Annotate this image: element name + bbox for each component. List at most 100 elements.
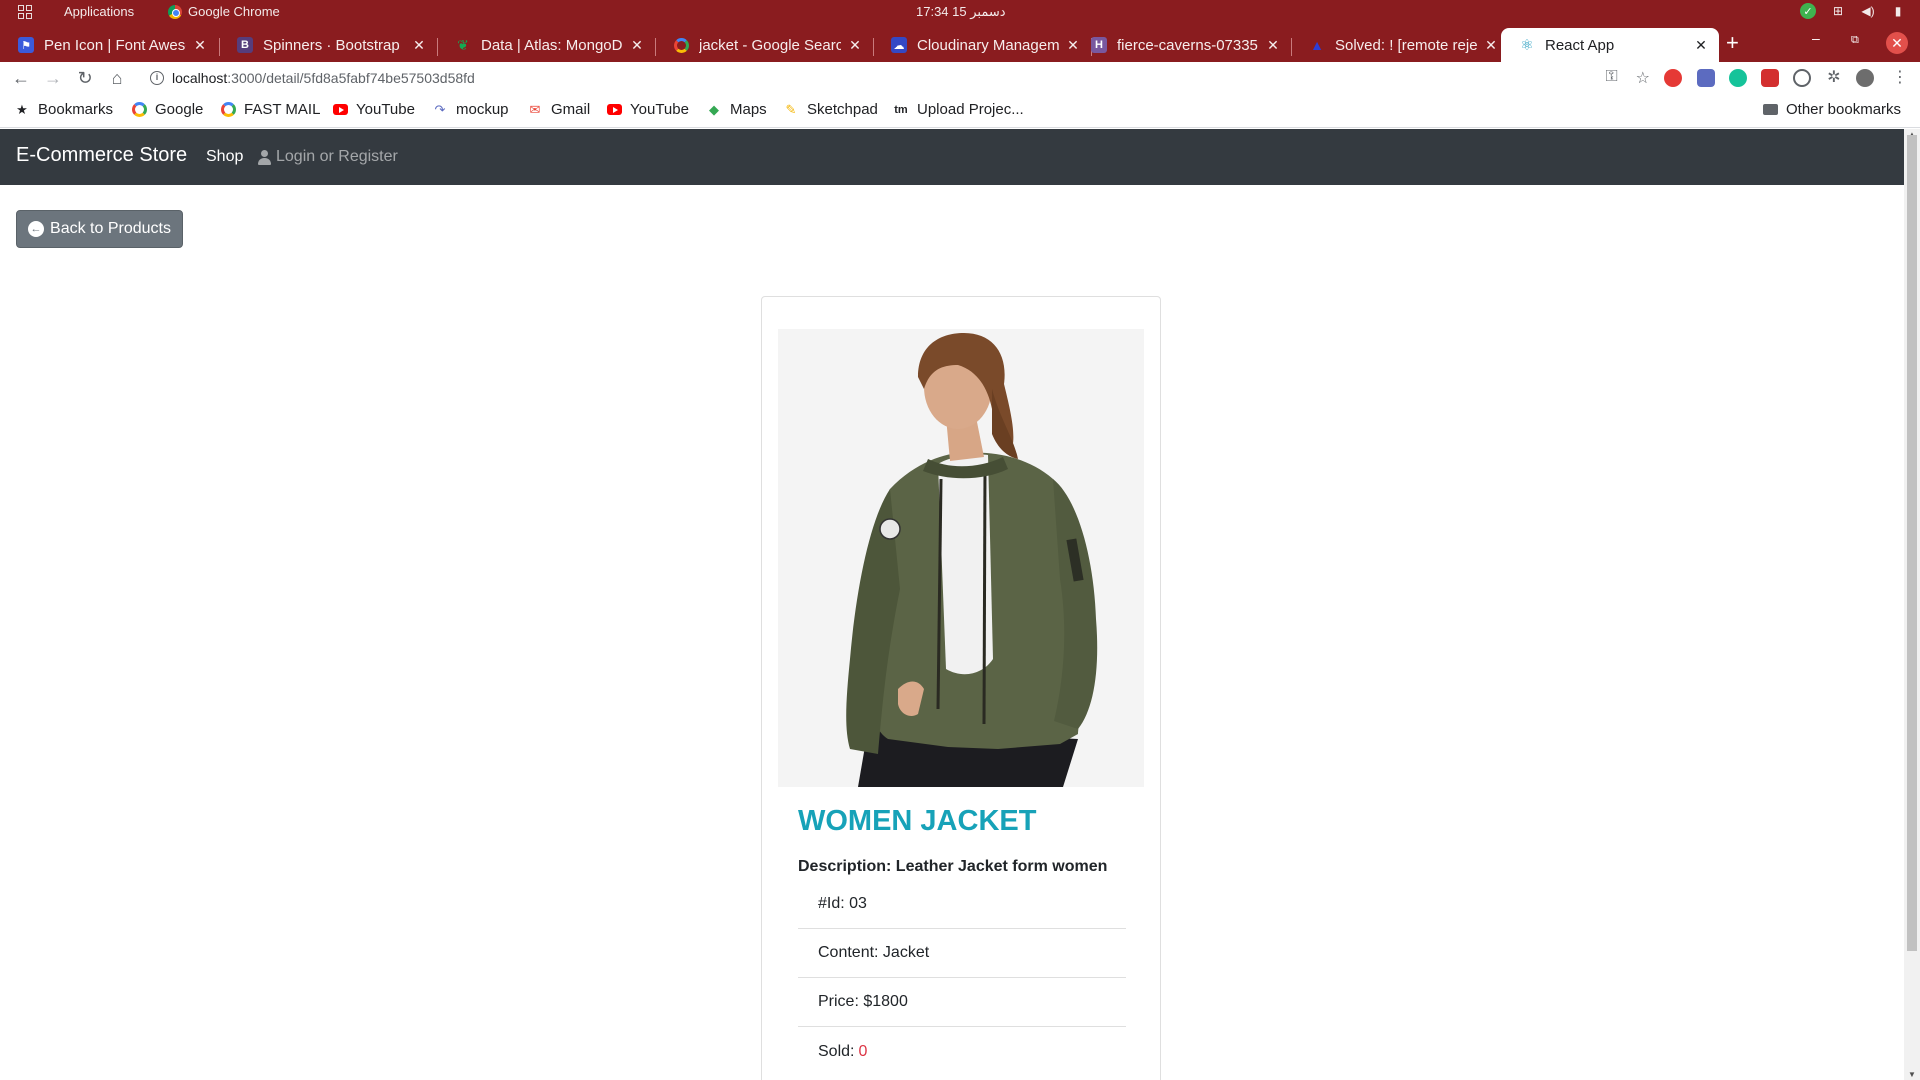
nav-shop-link[interactable]: Shop	[206, 148, 243, 166]
tab-heroku[interactable]: H fierce-caverns-07335 ✕	[1073, 28, 1291, 62]
bookmark-item[interactable]: ↷ mockup	[432, 101, 509, 118]
extension-translate-icon[interactable]	[1697, 69, 1715, 87]
network-icon[interactable]: ⊞	[1830, 3, 1846, 19]
bookmark-item[interactable]: FAST MAIL	[220, 101, 320, 118]
product-sold-item: Sold: 0	[798, 1027, 1126, 1076]
active-app-indicator[interactable]: Google Chrome	[168, 4, 280, 19]
mockup-icon: ↷	[434, 101, 446, 117]
status-check-icon[interactable]: ✓	[1800, 3, 1816, 19]
bookmark-item[interactable]: ✉ Gmail	[527, 101, 591, 118]
nav-login-link[interactable]: Login or Register	[258, 148, 398, 166]
home-icon[interactable]: ⌂	[105, 66, 129, 90]
gmail-icon: ✉	[529, 101, 541, 117]
browser-toolbar: ← → ↻ ⌂ i localhost:3000/detail/5fd8a5fa…	[0, 62, 1920, 94]
product-price-item: Price: $1800	[798, 978, 1126, 1027]
bookmark-item[interactable]: YouTube	[606, 101, 689, 118]
heroku-icon: H	[1091, 37, 1107, 53]
os-top-panel: Applications Google Chrome 17:34 15 دسمب…	[0, 0, 1920, 24]
other-bookmarks-label: Other bookmarks	[1786, 101, 1902, 118]
bookmarks-bar: ★ Bookmarks Google FAST MAIL YouTube ↷ m…	[0, 94, 1920, 128]
close-tab-icon[interactable]: ✕	[192, 37, 208, 54]
google-icon	[220, 102, 236, 118]
arrow-circle-left-icon: ←	[28, 221, 45, 237]
youtube-icon	[606, 102, 622, 118]
bookmark-item[interactable]: ◆ Maps	[706, 101, 767, 118]
tab-google-search[interactable]: jacket - Google Search ✕	[655, 28, 873, 62]
omnibox-actions: ⚿ ☆	[1605, 68, 1650, 88]
other-bookmarks[interactable]: Other bookmarks	[1762, 101, 1901, 118]
bookmark-item[interactable]: ★ Bookmarks	[14, 101, 113, 118]
upload-icon: tm	[894, 103, 908, 116]
page-scrollbar[interactable]: ▲ ▼	[1904, 129, 1920, 1080]
restore-icon[interactable]: ⧉	[1851, 34, 1859, 47]
tab-bootstrap[interactable]: B Spinners · Bootstrap ✕	[219, 28, 437, 62]
chrome-icon	[168, 4, 182, 19]
back-to-products-button[interactable]: ← Back to Products	[16, 210, 183, 248]
applications-menu[interactable]: Applications	[64, 4, 134, 19]
app-grid-icon[interactable]	[18, 5, 32, 19]
battery-icon[interactable]: ▮	[1890, 3, 1906, 19]
extension-pdf-icon[interactable]	[1761, 69, 1779, 87]
product-sold-value: 0	[858, 1042, 868, 1060]
extensions-puzzle-icon[interactable]: ✲	[1825, 69, 1843, 87]
bookmark-label: Google	[155, 101, 204, 118]
leaf-icon: ❦	[457, 36, 469, 53]
url-path: :3000/detail/5fd8a5fabf74be57503d58fd	[227, 70, 475, 86]
close-tab-icon[interactable]: ✕	[411, 37, 427, 54]
close-tab-icon[interactable]: ✕	[1265, 37, 1281, 54]
product-price: Price: $1800	[818, 993, 908, 1010]
reload-icon[interactable]: ↻	[73, 66, 97, 90]
tab-title: Data | Atlas: MongoDB	[481, 36, 623, 54]
bookmark-label: Maps	[730, 101, 767, 118]
app-navbar: E-Commerce Store Shop Login or Register	[0, 129, 1904, 185]
bookmark-item[interactable]: tm Upload Projec...	[893, 101, 1024, 118]
tab-mongodb[interactable]: ❦ Data | Atlas: MongoDB ✕	[437, 28, 655, 62]
product-sold-label: Sold:	[818, 1042, 855, 1060]
close-tab-icon[interactable]: ✕	[1483, 37, 1499, 54]
bookmark-label: Sketchpad	[807, 101, 878, 118]
product-image	[778, 329, 1144, 787]
tab-font-awesome[interactable]: ⚑ Pen Icon | Font Awesome ✕	[0, 28, 218, 62]
close-tab-icon[interactable]: ✕	[629, 37, 645, 54]
brand-link[interactable]: E-Commerce Store	[16, 144, 187, 167]
product-details-list: #Id: 03 Content: Jacket Price: $1800 Sol…	[798, 880, 1126, 1076]
key-icon[interactable]: ⚿	[1605, 68, 1617, 88]
address-bar[interactable]: i localhost:3000/detail/5fd8a5fabf74be57…	[138, 63, 1650, 93]
tab-atlassian[interactable]: ▲ Solved: ! [remote rejected] ✕	[1291, 28, 1509, 62]
new-tab-icon[interactable]: +	[1726, 30, 1739, 56]
extension-record-icon[interactable]	[1664, 69, 1682, 87]
tab-react-app[interactable]: ⚛ React App ✕	[1501, 28, 1719, 62]
forward-arrow-icon[interactable]: →	[41, 66, 65, 90]
profile-avatar[interactable]	[1856, 69, 1874, 87]
grammarly-icon[interactable]	[1729, 69, 1747, 87]
clock[interactable]: 17:34 15 دسمبر	[916, 4, 1006, 20]
sketchpad-icon: ✎	[785, 101, 797, 117]
product-content-item: Content: Jacket	[798, 929, 1126, 978]
volume-icon[interactable]: ◀)	[1860, 3, 1876, 19]
youtube-icon	[332, 102, 348, 118]
tab-cloudinary[interactable]: ☁ Cloudinary Management ✕	[873, 28, 1091, 62]
bookmark-item[interactable]: YouTube	[332, 101, 415, 118]
bookmark-item[interactable]: Google	[131, 101, 203, 118]
extension-target-icon[interactable]	[1793, 69, 1811, 87]
kebab-menu-icon[interactable]: ⋮	[1891, 69, 1909, 87]
bookmark-star-icon[interactable]: ☆	[1636, 68, 1650, 88]
window-close-icon[interactable]: ✕	[1886, 32, 1908, 54]
tab-title: Cloudinary Management	[917, 36, 1059, 54]
url-host: localhost	[172, 70, 228, 86]
close-tab-icon[interactable]: ✕	[847, 37, 863, 54]
back-arrow-icon[interactable]: ←	[9, 66, 33, 90]
product-id: #Id: 03	[818, 895, 867, 912]
site-info-icon[interactable]: i	[150, 71, 164, 85]
back-button-label: Back to Products	[50, 220, 171, 237]
scrollbar-thumb[interactable]	[1907, 135, 1917, 951]
atlassian-icon: ▲	[1310, 37, 1324, 53]
active-app-label: Google Chrome	[188, 4, 280, 19]
bookmark-item[interactable]: ✎ Sketchpad	[783, 101, 878, 118]
product-content: Content: Jacket	[818, 944, 930, 961]
bookmark-label: FAST MAIL	[244, 101, 321, 118]
scroll-down-icon[interactable]: ▼	[1908, 1070, 1916, 1079]
bookmark-label: Upload Projec...	[917, 101, 1024, 118]
minimize-icon[interactable]: –	[1812, 30, 1820, 46]
close-tab-icon[interactable]: ✕	[1693, 37, 1709, 54]
